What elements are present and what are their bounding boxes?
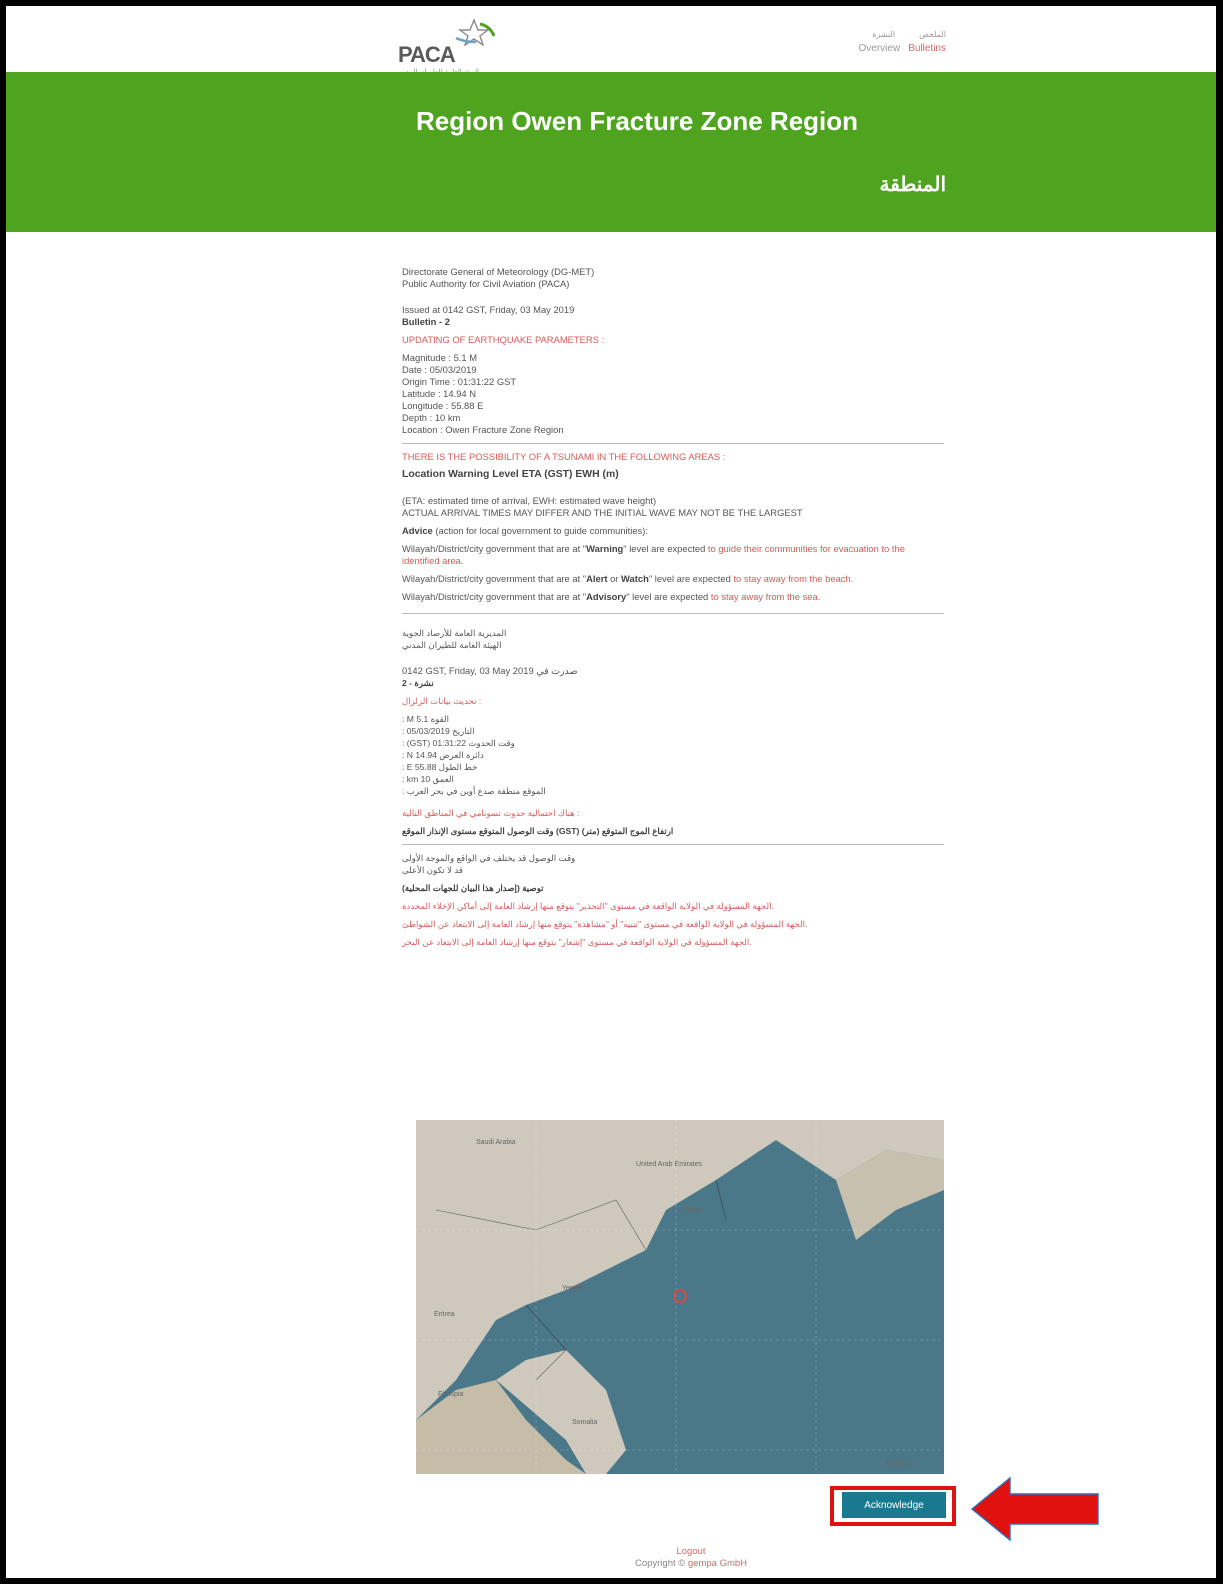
ar-advice: توصية (إصدار هذا البيان للجهات المحلية) xyxy=(402,883,544,893)
nav-overview-ar[interactable]: الملخص xyxy=(919,30,946,39)
footer: Logout Copyright © gempa GmbH xyxy=(566,1546,816,1570)
ar-updating-heading: : تحديث بيانات الزلزال xyxy=(402,696,482,706)
advice-label: Advice xyxy=(402,525,433,536)
warning-table-header: Location Warning Level ETA (GST) EWH (m) xyxy=(402,469,619,480)
ar-issued-line: 0142 GST, Friday, 03 May 2019 صدرت في xyxy=(402,665,578,676)
divider xyxy=(402,613,944,614)
tsunami-possibility: THERE IS THE POSSIBILITY OF A TSUNAMI IN… xyxy=(402,451,726,462)
ar-param-depth: العمق 10 km : xyxy=(402,774,454,784)
ar-param-latitude: دائرة العرض 14.94 N : xyxy=(402,750,484,760)
divider xyxy=(402,443,944,444)
issued-line: Issued at 0142 GST, Friday, 03 May 2019 xyxy=(402,304,575,315)
red-arrow-icon xyxy=(970,1476,1099,1542)
gempa-link[interactable]: gempa GmbH xyxy=(688,1558,747,1569)
ar-bulletin-number: نشرة - 2 xyxy=(402,678,434,688)
star-logo-icon xyxy=(455,18,496,46)
copyright-line: Copyright © gempa GmbH xyxy=(566,1558,816,1570)
map-label-uae: United Arab Emirates xyxy=(636,1161,703,1168)
alert-action: to stay away from the beach. xyxy=(733,573,854,584)
map-graphic: Saudi Arabia United Arab Emirates Oman Y… xyxy=(416,1120,944,1474)
alert-pre: Wilayah/District/city government that ar… xyxy=(402,573,587,584)
ar-warning-table-header: ارتفاع الموج المتوقع (متر) (GST) وقت الو… xyxy=(402,826,674,836)
org-line-1: Directorate General of Meteorology (DG-M… xyxy=(402,266,595,277)
advisory-word: Advisory xyxy=(586,591,627,602)
advisory-action: to stay away from the sea. xyxy=(710,591,821,602)
ar-org-line-1: المديرية العامة للأرصاد الجوية xyxy=(402,628,507,638)
alert-or: or xyxy=(607,573,622,584)
divider xyxy=(402,844,944,845)
alert-word: Alert xyxy=(586,573,608,584)
top-bar: PACA الهيئة العامة للطيران المدني النشرة… xyxy=(6,6,1216,76)
bulletin-content: Directorate General of Meteorology (DG-M… xyxy=(402,266,944,948)
logout-link[interactable]: Logout xyxy=(566,1546,816,1558)
map-label-eritrea: Eritrea xyxy=(434,1311,455,1318)
map-label-somalia: Somalia xyxy=(572,1419,597,1426)
advisory-mid: " level are expected xyxy=(626,591,711,602)
ar-alert-advice: .الجهة المسؤولة في الولاية الواقعة في مس… xyxy=(402,919,808,929)
ar-param-magnitude: القوة 5.1 M : xyxy=(402,714,449,724)
earthquake-params: Magnitude : 5.1 M Date : 05/03/2019 Orig… xyxy=(402,352,944,436)
map-label-saudi-arabia: Saudi Arabia xyxy=(476,1139,516,1146)
copyright-prefix: Copyright © xyxy=(634,1558,688,1569)
warning-word: Warning xyxy=(586,543,624,554)
arrival-note: ACTUAL ARRIVAL TIMES MAY DIFFER AND THE … xyxy=(402,507,803,518)
advice-line: Advice (action for local government to g… xyxy=(402,525,944,537)
top-nav: النشرة الملخص Overview Bulletins xyxy=(826,30,947,54)
advice-rest: (action for local government to guide co… xyxy=(432,525,648,536)
param-magnitude: Magnitude : 5.1 M xyxy=(402,352,478,363)
ar-warning-advice: .الجهة المسؤولة في الولاية الواقعة في مس… xyxy=(402,901,774,911)
map-label-oman: Oman xyxy=(684,1207,703,1214)
region-banner: Region Owen Fracture Zone Region المنطقة xyxy=(6,72,1216,232)
ar-param-location: الموقع منطقة صدع أوين في بحر العرب : xyxy=(402,786,546,796)
region-title: Region Owen Fracture Zone Region xyxy=(416,106,859,136)
ar-tsunami-possibility: : هناك احتمالية حدوث تسونامي في المناطق … xyxy=(402,808,580,818)
param-origin-time: Origin Time : 01:31:22 GST xyxy=(402,376,517,387)
warning-mid: " level are expected xyxy=(623,543,708,554)
ar-param-longitude: خط الطول 55.88 E : xyxy=(402,762,478,772)
ar-param-date: التاريخ 05/03/2019 : xyxy=(402,726,475,736)
eta-note: (ETA: estimated time of arrival, EWH: es… xyxy=(402,495,657,506)
ar-arrival-note-1: وقت الوصول قد يختلف في الواقع والموجة ال… xyxy=(402,853,576,863)
map-label-ethiopia: Ethiopia xyxy=(438,1391,463,1398)
advisory-pre: Wilayah/District/city government that ar… xyxy=(402,591,587,602)
param-date: Date : 05/03/2019 xyxy=(402,364,477,375)
warning-pre: Wilayah/District/city government that ar… xyxy=(402,543,587,554)
paca-logo[interactable]: PACA الهيئة العامة للطيران المدني xyxy=(398,18,518,76)
warning-advice: Wilayah/District/city government that ar… xyxy=(402,543,944,567)
ar-org-line-2: الهيئة العامة للطيران المدني xyxy=(402,640,502,650)
epicenter-map[interactable]: Saudi Arabia United Arab Emirates Oman Y… xyxy=(416,1120,944,1474)
param-latitude: Latitude : 14.94 N xyxy=(402,388,477,399)
logo-text: PACA xyxy=(398,42,456,67)
nav-bulletins-ar[interactable]: النشرة xyxy=(872,30,895,39)
ar-earthquake-params: القوة 5.1 M : التاريخ 05/03/2019 : وقت ا… xyxy=(402,713,944,797)
map-label-maldives: Maldives xyxy=(886,1461,914,1468)
ar-param-origin-time: وقت الحدوث 01:31:22 (GST) : xyxy=(402,738,515,748)
nav-overview[interactable]: Overview xyxy=(859,43,901,54)
advisory-advice: Wilayah/District/city government that ar… xyxy=(402,591,944,603)
highlight-box xyxy=(830,1486,956,1526)
nav-bulletins[interactable]: Bulletins xyxy=(908,43,946,54)
bulletin-number: Bulletin - 2 xyxy=(402,316,450,327)
map-label-yemen: Yemen xyxy=(562,1285,584,1292)
param-depth: Depth : 10 km xyxy=(402,412,461,423)
alert-mid: " level are expected xyxy=(648,573,734,584)
region-title-ar: المنطقة xyxy=(879,174,947,196)
updating-heading: UPDATING OF EARTHQUAKE PARAMETERS : xyxy=(402,334,605,345)
param-location: Location : Owen Fracture Zone Region xyxy=(402,424,564,435)
ar-arrival-note-2: قد لا تكون الأعلى xyxy=(402,865,463,875)
browser-page: PACA الهيئة العامة للطيران المدني النشرة… xyxy=(6,6,1216,1578)
org-line-2: Public Authority for Civil Aviation (PAC… xyxy=(402,278,570,289)
ar-advisory-advice: .الجهة المسؤولة في الولاية الواقعة في مس… xyxy=(402,937,752,947)
watch-word: Watch xyxy=(621,573,649,584)
param-longitude: Longitude : 55.88 E xyxy=(402,400,484,411)
alert-advice: Wilayah/District/city government that ar… xyxy=(402,573,944,585)
